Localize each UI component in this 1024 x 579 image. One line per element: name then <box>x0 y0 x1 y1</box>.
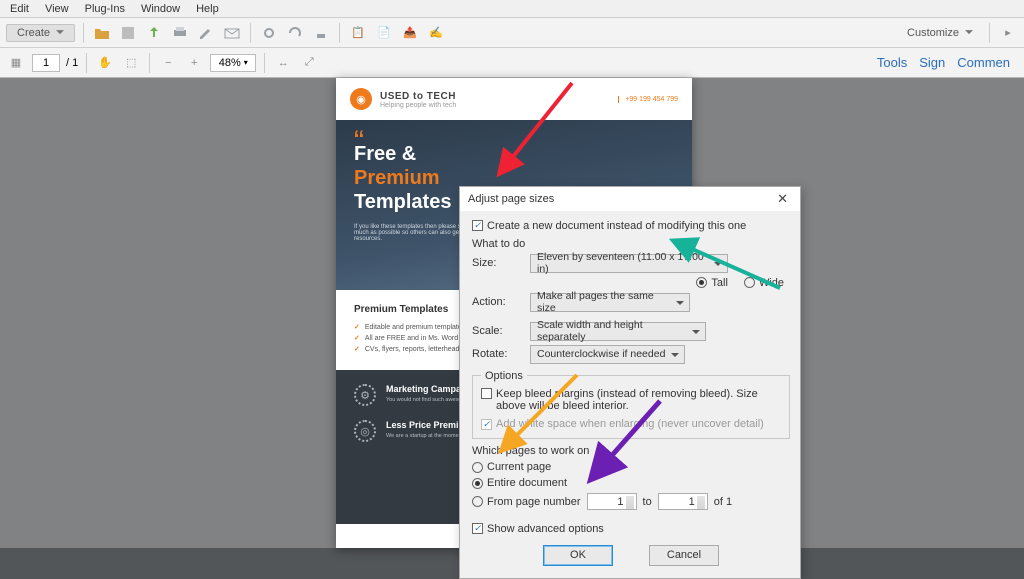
export-icon[interactable]: 📤 <box>400 23 420 43</box>
scale-label: Scale: <box>472 325 522 337</box>
refresh-icon[interactable] <box>285 23 305 43</box>
dialog-title: Adjust page sizes <box>468 193 554 205</box>
of-total-label: of 1 <box>714 496 732 508</box>
document-stage: ◉ USED to TECH Helping people with tech … <box>0 78 1024 548</box>
action-dropdown[interactable]: Make all pages the same size <box>530 293 690 312</box>
nav-toolbar: ▦ 1 / 1 ✋ ⬚ − + 48%▾ ↔ ⤢ Tools Sign Comm… <box>0 48 1024 78</box>
customize-button[interactable]: Customize <box>899 25 981 41</box>
page-total: / 1 <box>66 57 78 69</box>
menu-view[interactable]: View <box>39 2 75 16</box>
brand-name: USED to TECH <box>380 91 456 102</box>
to-label: to <box>643 496 652 508</box>
whitespace-checkbox: Add white space when enlarging (never un… <box>481 418 764 430</box>
brand-logo-icon: ◉ <box>350 88 372 110</box>
hero-line2: Premium <box>354 167 440 189</box>
options-legend: Options <box>481 370 527 382</box>
clipboard-icon[interactable]: 📋 <box>348 23 368 43</box>
which-pages-label: Which pages to work on <box>472 445 790 457</box>
zoom-input[interactable]: 48%▾ <box>210 54 256 72</box>
chevron-down-icon <box>965 30 973 35</box>
comment-link[interactable]: Commen <box>957 55 1010 70</box>
rotate-dropdown[interactable]: Counterclockwise if needed <box>530 345 685 364</box>
stamp-icon[interactable] <box>311 23 331 43</box>
menu-plugins[interactable]: Plug-Ins <box>79 2 131 16</box>
menu-help[interactable]: Help <box>190 2 225 16</box>
current-page-radio[interactable]: Current page <box>472 461 551 473</box>
main-toolbar: Create 📋 📄 📤 ✍ Customize ▸ <box>0 18 1024 48</box>
adjust-page-sizes-dialog: Adjust page sizes ✕ Create a new documen… <box>459 186 801 579</box>
hero-line1: Free & <box>354 143 416 165</box>
from-page-radio[interactable]: From page number <box>472 496 581 508</box>
menu-window[interactable]: Window <box>135 2 186 16</box>
save-icon[interactable] <box>118 23 138 43</box>
fit-page-icon[interactable]: ⤢ <box>299 53 319 73</box>
action-label: Action: <box>472 296 522 308</box>
zoom-out-icon[interactable]: − <box>158 53 178 73</box>
gear-icon: ⚙ <box>354 384 376 406</box>
target-icon: ◎ <box>354 420 376 442</box>
show-advanced-checkbox[interactable]: Show advanced options <box>472 523 604 535</box>
from-page-input[interactable]: 1 <box>587 493 637 510</box>
overflow-icon[interactable]: ▸ <box>998 23 1018 43</box>
brand-phone: +99 199 454 799 <box>618 96 678 103</box>
fit-width-icon[interactable]: ↔ <box>273 53 293 73</box>
entire-document-radio[interactable]: Entire document <box>472 477 567 489</box>
hero-line3: Templates <box>354 191 451 213</box>
create-new-doc-checkbox[interactable]: Create a new document instead of modifyi… <box>472 220 746 232</box>
rotate-label: Rotate: <box>472 348 522 360</box>
size-label: Size: <box>472 257 522 269</box>
gear-icon[interactable] <box>259 23 279 43</box>
edit-icon[interactable] <box>196 23 216 43</box>
page-number-input[interactable]: 1 <box>32 54 60 72</box>
mail-icon[interactable] <box>222 23 242 43</box>
chevron-down-icon <box>56 30 64 35</box>
tools-link[interactable]: Tools <box>877 55 907 70</box>
scale-dropdown[interactable]: Scale width and height separately <box>530 322 706 341</box>
zoom-in-icon[interactable]: + <box>184 53 204 73</box>
page-icon[interactable]: 📄 <box>374 23 394 43</box>
print-icon[interactable] <box>170 23 190 43</box>
thumbnails-icon[interactable]: ▦ <box>6 53 26 73</box>
hand-tool-icon[interactable]: ✋ <box>95 53 115 73</box>
brand-tagline: Helping people with tech <box>380 102 456 109</box>
what-to-do-label: What to do <box>472 238 790 250</box>
keep-bleed-checkbox[interactable]: Keep bleed margins (instead of removing … <box>481 388 776 412</box>
size-dropdown[interactable]: Eleven by seventeen (11.00 x 17.00 in) <box>530 254 728 273</box>
menu-bar: Edit View Plug-Ins Window Help <box>0 0 1024 18</box>
tall-radio[interactable]: Tall <box>696 277 728 289</box>
select-tool-icon[interactable]: ⬚ <box>121 53 141 73</box>
sign-icon[interactable]: ✍ <box>426 23 446 43</box>
upload-icon[interactable] <box>144 23 164 43</box>
options-fieldset: Options Keep bleed margins (instead of r… <box>472 370 790 440</box>
create-button[interactable]: Create <box>6 24 75 42</box>
wide-radio[interactable]: Wide <box>744 277 784 289</box>
open-icon[interactable] <box>92 23 112 43</box>
to-page-input[interactable]: 1 <box>658 493 708 510</box>
sign-link[interactable]: Sign <box>919 55 945 70</box>
close-icon[interactable]: ✕ <box>773 191 792 207</box>
menu-edit[interactable]: Edit <box>4 2 35 16</box>
